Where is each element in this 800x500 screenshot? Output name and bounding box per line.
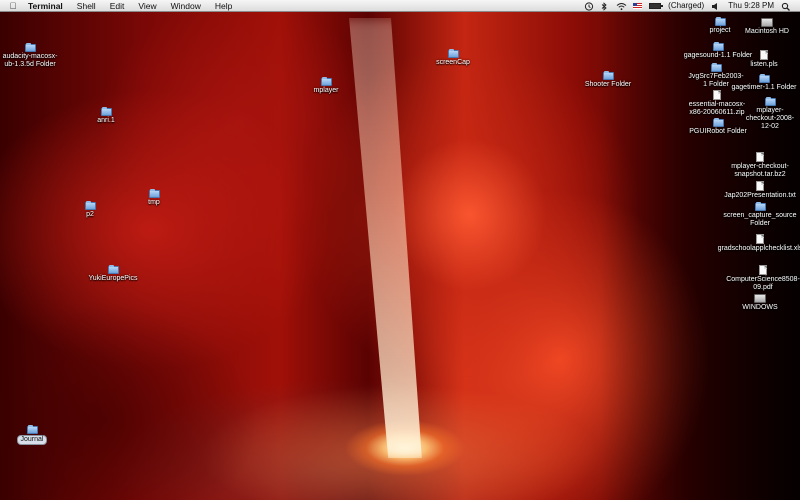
desktop-icon-mplayer-snapshot[interactable]: mplayer-checkout-snapshot.tar.bz2 [728, 152, 792, 179]
zip-archive-icon [713, 90, 721, 100]
folder-icon [148, 189, 160, 198]
folder-icon [447, 49, 459, 58]
us-flag-input-icon[interactable] [633, 2, 643, 9]
desktop-icon-label: p2 [86, 211, 94, 218]
desktop-icon-macintosh-hd[interactable]: Macintosh HD [740, 18, 794, 36]
desktop-icon-yukieuropepics[interactable]: YukiEuropePics [82, 265, 144, 283]
desktop-icon-label: Jap202Presentation.txt [724, 192, 796, 199]
desktop-icon-gradschool-checklist[interactable]: gradschoolapplchecklist.xls [718, 234, 800, 253]
light-beam [349, 18, 422, 458]
volume-icon[interactable] [711, 2, 721, 10]
pdf-document-icon [759, 265, 767, 275]
desktop-icon-label: PGUIRobot Folder [689, 128, 747, 135]
battery-icon[interactable] [649, 2, 664, 9]
desktop-icon-label: ComputerScience8508-09.pdf [726, 276, 800, 291]
desktop-icon-label: mplayer-checkout-2008-12-02 [745, 107, 795, 130]
time-machine-icon[interactable] [584, 1, 594, 11]
menu-clock[interactable]: Thu 9:28 PM [724, 0, 778, 12]
folder-icon [754, 202, 766, 211]
desktop-icon-label: screenCap [436, 59, 470, 66]
desktop-icon-screencap[interactable]: screenCap [430, 49, 476, 67]
desktop-icon-essential-zip[interactable]: essential-macosx-x86-20060611.zip [686, 90, 748, 117]
wifi-icon[interactable] [616, 2, 627, 10]
folder-icon [24, 43, 36, 52]
desktop-icon-label: essential-macosx-x86-20060611.zip [688, 101, 746, 116]
document-icon [760, 50, 768, 60]
hard-disk-icon [761, 18, 773, 27]
desktop-icon-label: anri.1 [97, 117, 115, 124]
desktop-icon-label: screen_capture_source Folder [723, 212, 797, 227]
folder-icon [764, 97, 776, 106]
folder-icon [710, 63, 722, 72]
desktop-icon-label: mplayer-checkout-snapshot.tar.bz2 [731, 163, 789, 178]
desktop-icon-screen-capture-source[interactable]: screen_capture_source Folder [723, 202, 797, 228]
canyon-shadow-left [0, 300, 260, 500]
desktop-icon-p2[interactable]: p2 [74, 201, 106, 219]
desktop-icon-label: WINDOWS [742, 304, 778, 311]
battery-status-label: (Charged) [668, 0, 705, 10]
menu-window[interactable]: Window [164, 0, 208, 12]
folder-icon [100, 107, 112, 116]
spotlight-search-icon[interactable] [781, 2, 791, 11]
desktop-icon-mplayer-checkout[interactable]: mplayer-checkout-2008-12-02 [742, 97, 798, 131]
desktop-wallpaper [0, 0, 800, 500]
desktop-icon-pguirobot-folder[interactable]: PGUIRobot Folder [686, 118, 750, 136]
menu-app-name[interactable]: Terminal [20, 0, 70, 12]
folder-icon [758, 74, 770, 83]
folder-icon [712, 118, 724, 127]
bluetooth-icon[interactable] [600, 1, 610, 11]
desktop-icon-label: gradschoolapplchecklist.xls [717, 245, 800, 252]
desktop-icon-tmp[interactable]: tmp [138, 189, 170, 207]
desktop-icon-label: project [709, 27, 731, 34]
desktop-icon-label: tmp [148, 199, 160, 206]
archive-icon [756, 152, 764, 162]
desktop-icon-anri[interactable]: anri.1 [86, 107, 126, 125]
menu-help[interactable]: Help [208, 0, 239, 12]
desktop-icon-audacity-folder[interactable]: audacity-macosx-ub-1.3.5d Folder [0, 43, 60, 69]
desktop-icon-label: YukiEuropePics [88, 275, 138, 282]
menu-view[interactable]: View [131, 0, 163, 12]
spreadsheet-icon [756, 234, 764, 244]
text-document-icon [756, 181, 764, 191]
desktop-icon-label: Shooter Folder [584, 81, 632, 88]
desktop-icon-computerscience-pdf[interactable]: ComputerScience8508-09.pdf [726, 265, 800, 292]
folder-icon [84, 201, 96, 210]
desktop-icon-label-selected: Journal [16, 435, 48, 445]
desktop-icon-label: gagesound-1.1 Folder [683, 52, 753, 59]
folder-icon [107, 265, 119, 274]
desktop-icon-label: audacity-macosx-ub-1.3.5d Folder [2, 53, 58, 68]
folder-icon [712, 42, 724, 51]
desktop-icon-label: listen.pls [750, 61, 778, 68]
folder-icon [602, 71, 614, 80]
menu-edit[interactable]: Edit [103, 0, 132, 12]
hard-disk-icon [754, 294, 766, 303]
desktop-icon-label: Macintosh HD [745, 28, 789, 35]
desktop-icon-shooter-folder[interactable]: Shooter Folder [582, 71, 634, 89]
desktop-icon-jap202-presentation[interactable]: Jap202Presentation.txt [722, 181, 798, 200]
apple-menu-icon[interactable]:  [0, 1, 20, 11]
desktop-icon-journal[interactable]: Journal [12, 425, 52, 445]
desktop-icon-label: mplayer [313, 87, 339, 94]
folder-icon [26, 425, 38, 434]
menu-shell[interactable]: Shell [70, 0, 103, 12]
battery-level-fill [650, 3, 661, 8]
desktop-icon-listen-pls[interactable]: listen.pls [744, 50, 784, 69]
desktop-icon-windows-disk[interactable]: WINDOWS [738, 294, 782, 312]
desktop-icon-project[interactable]: project [700, 17, 740, 35]
folder-icon [714, 17, 726, 26]
menu-bar:  Terminal Shell Edit View Window Help (… [0, 0, 800, 12]
desktop-icon-mplayer[interactable]: mplayer [306, 77, 346, 95]
folder-icon [320, 77, 332, 86]
